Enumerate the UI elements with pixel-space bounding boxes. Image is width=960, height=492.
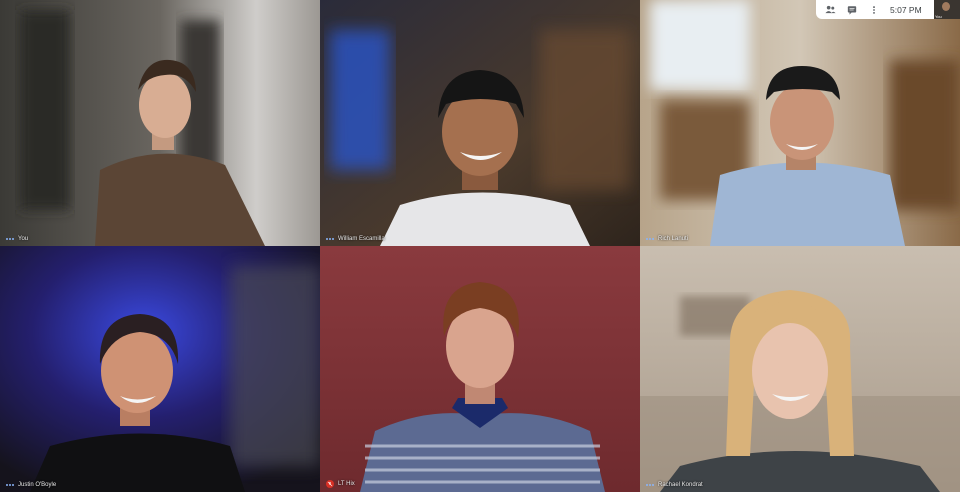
participant-name: LT Hix <box>338 481 355 487</box>
more-options-icon[interactable] <box>6 238 14 240</box>
more-options-icon[interactable] <box>646 484 654 486</box>
participant-name-tag: William Escamilla <box>326 236 385 242</box>
participant-name: You <box>18 236 29 242</box>
mic-off-icon <box>326 480 334 488</box>
video-feed <box>0 246 320 492</box>
participant-tile[interactable]: Rich Lanuti <box>640 0 960 246</box>
participant-tile[interactable]: LT Hix <box>320 246 640 492</box>
participant-tile[interactable]: You <box>0 0 320 246</box>
participant-tile[interactable]: Justin O'Boyle <box>0 246 320 492</box>
video-grid: You William Escamilla Rich Lanuti Justin… <box>0 0 960 492</box>
people-icon[interactable] <box>824 4 836 16</box>
participant-name: Rachael Kondrat <box>658 482 703 488</box>
video-feed <box>0 0 320 246</box>
participant-name-tag: Rich Lanuti <box>646 236 688 242</box>
participant-name-tag: Justin O'Boyle <box>6 482 56 488</box>
chat-icon[interactable] <box>846 4 858 16</box>
participant-name-tag: You <box>6 236 28 242</box>
participant-name-tag: LT Hix <box>326 480 355 488</box>
more-options-icon[interactable] <box>326 238 334 240</box>
participant-tile[interactable]: Rachael Kondrat <box>640 246 960 492</box>
more-options-icon[interactable] <box>6 484 14 486</box>
video-feed <box>640 246 960 492</box>
participant-tile[interactable]: William Escamilla <box>320 0 640 246</box>
self-view-label: You <box>935 14 942 19</box>
self-view-thumbnail[interactable]: You <box>934 0 960 19</box>
participant-name: Justin O'Boyle <box>18 482 57 488</box>
video-feed <box>640 0 960 246</box>
more-icon[interactable] <box>868 4 880 16</box>
participant-name-tag: Rachael Kondrat <box>646 482 703 488</box>
clock-time: 5:07 PM <box>890 4 922 15</box>
video-feed <box>320 246 640 492</box>
more-options-icon[interactable] <box>646 238 654 240</box>
participant-name: William Escamilla <box>338 236 385 242</box>
video-feed <box>320 0 640 246</box>
participant-name: Rich Lanuti <box>658 236 689 242</box>
meeting-topbar: 5:07 PM You <box>816 0 960 19</box>
